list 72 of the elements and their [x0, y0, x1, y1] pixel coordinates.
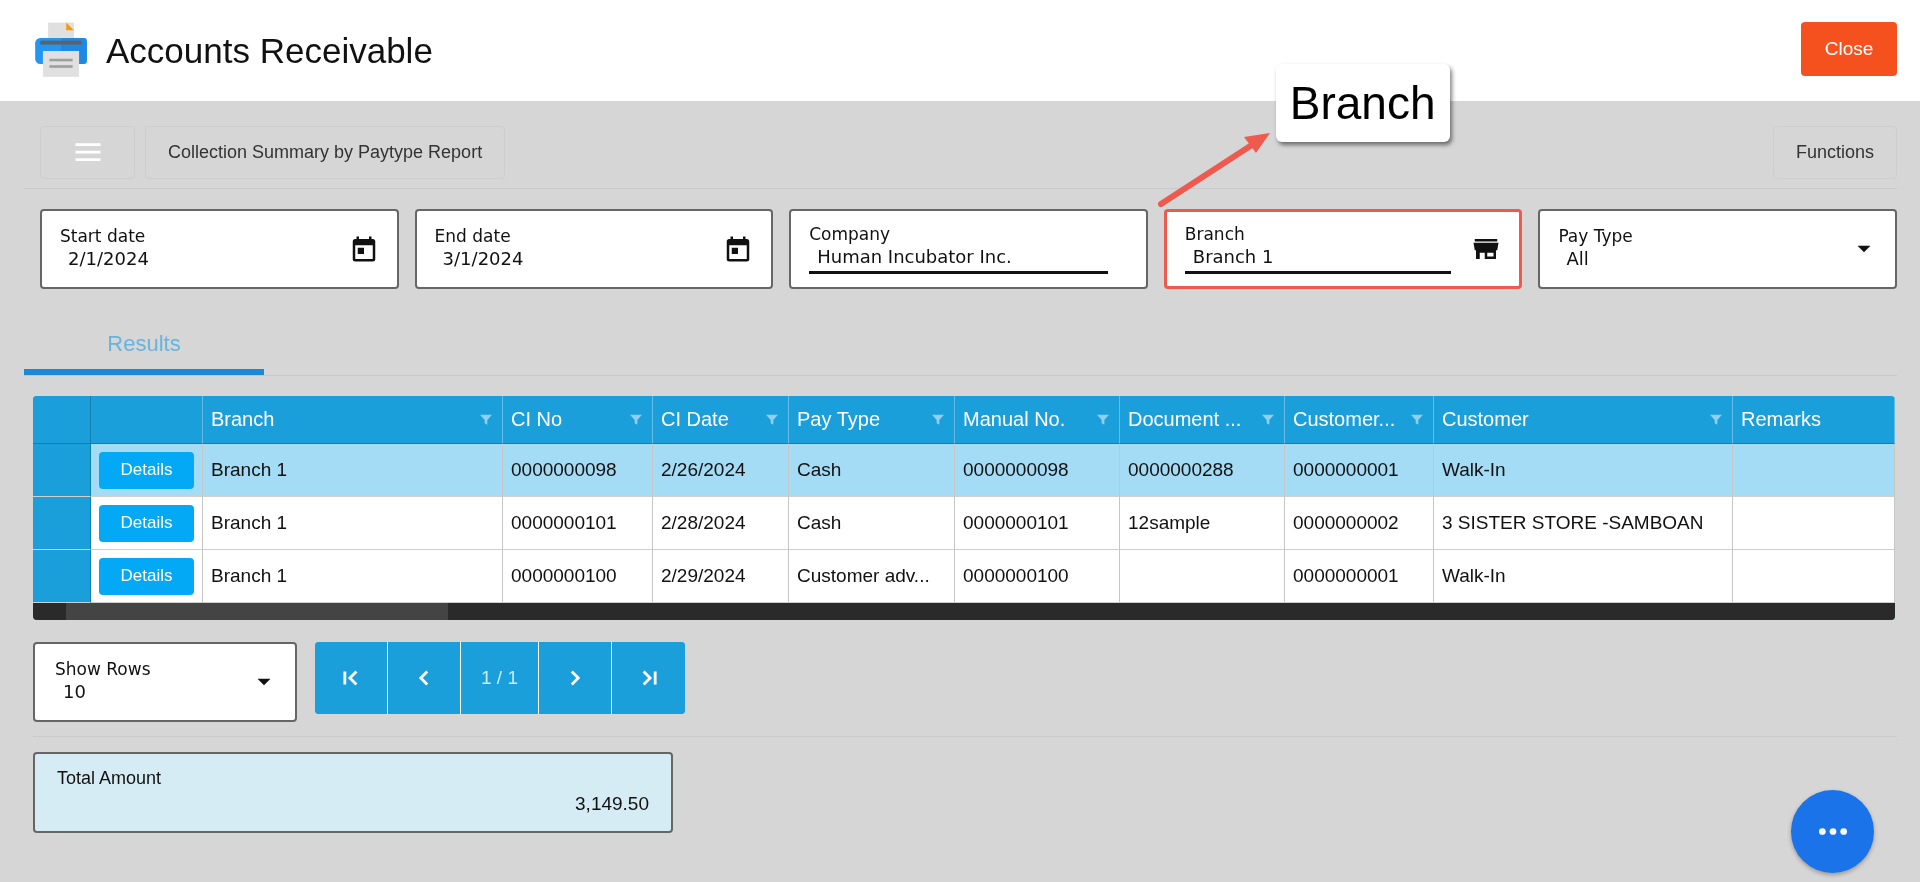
- table-cell: 0000000001: [1285, 550, 1434, 603]
- field-label: Start date: [60, 225, 147, 246]
- menu-button[interactable]: [40, 125, 135, 179]
- table-cell: 2/28/2024: [653, 497, 789, 550]
- header-label: Branch: [211, 408, 275, 431]
- field-label: End date: [434, 225, 512, 246]
- field-label: Company: [809, 224, 892, 244]
- details-button[interactable]: Details: [99, 451, 194, 489]
- row-header-cell: [33, 444, 91, 497]
- header-label: Pay Type: [797, 408, 881, 431]
- table-cell: Cash: [789, 444, 955, 497]
- table-cell: 0000000100: [955, 550, 1120, 603]
- field-value: 10: [62, 679, 87, 704]
- table-row[interactable]: Details Branch 1 0000000101 2/28/2024 Cash 0000000101 12sample 0000000002 3 SISTER STORE -SAMBOAN: [33, 497, 1895, 550]
- header-label: CI Date: [661, 408, 729, 431]
- total-label: Total Amount: [57, 768, 163, 789]
- filter-field[interactable]: Start date 2/1/2024: [40, 209, 399, 289]
- table-cell: 12sample: [1120, 497, 1285, 550]
- table-cell: Branch 1: [203, 444, 503, 497]
- filter-field[interactable]: Company Human Incubator Inc.: [789, 209, 1148, 289]
- details-button[interactable]: Details: [99, 504, 194, 542]
- row-header-cell: [33, 550, 91, 603]
- header-label: Customer...: [1293, 408, 1396, 431]
- app-title: Accounts Receivable: [106, 30, 433, 71]
- close-button[interactable]: Close: [1801, 21, 1897, 76]
- field-label: Branch: [1184, 224, 1246, 244]
- row-header-cell: [33, 497, 91, 550]
- table-cell: Customer adv...: [789, 550, 955, 603]
- table-cell: 0000000098: [955, 444, 1120, 497]
- table-cell: 2/29/2024: [653, 550, 789, 603]
- report-title-button[interactable]: Collection Summary by Paytype Report: [145, 125, 506, 179]
- field-value: All: [1565, 246, 1590, 271]
- table-cell: Walk-In: [1434, 550, 1733, 603]
- table-cell: Walk-In: [1434, 444, 1733, 497]
- table-cell: Branch 1: [203, 550, 503, 603]
- table-row[interactable]: Details Branch 1 0000000098 2/26/2024 Cash 0000000098 0000000288 0000000001 Walk-In: [33, 444, 1895, 497]
- table-cell: 0000000002: [1285, 497, 1434, 550]
- more-button[interactable]: [1791, 790, 1874, 873]
- results-tab[interactable]: Results: [24, 317, 264, 375]
- table-row[interactable]: Details Branch 1 0000000100 2/29/2024 Customer adv... 0000000100 0000000001 Walk-In: [33, 550, 1895, 603]
- field-value: 2/1/2024: [67, 246, 150, 271]
- callout-label: Branch: [1275, 64, 1450, 142]
- table-cell: 0000000101: [503, 497, 653, 550]
- more-icon: [1818, 828, 1847, 835]
- table-cell: 0000000100: [503, 550, 653, 603]
- filter-field[interactable]: Branch Branch 1: [1163, 209, 1523, 289]
- table-cell: 3 SISTER STORE -SAMBOAN: [1434, 497, 1733, 550]
- filter-field[interactable]: End date 3/1/2024: [414, 209, 774, 289]
- details-button[interactable]: Details: [99, 557, 194, 595]
- functions-button[interactable]: Functions: [1772, 125, 1897, 179]
- total-value: 3,149.50: [574, 793, 649, 815]
- table-cell: 0000000098: [503, 444, 653, 497]
- field-value: Human Incubator Inc.: [809, 244, 1108, 274]
- field-label: Pay Type: [1558, 225, 1634, 246]
- header-label: Manual No.: [963, 408, 1066, 431]
- table-cell: Cash: [789, 497, 955, 550]
- table-cell: Branch 1: [203, 497, 503, 550]
- first-page-button[interactable]: [315, 642, 388, 714]
- filter-field[interactable]: Pay Type All: [1538, 209, 1897, 289]
- field-value: Branch 1: [1184, 244, 1452, 274]
- header-label: Remarks: [1741, 408, 1821, 431]
- header-label: CI No: [511, 408, 563, 431]
- field-value: 3/1/2024: [441, 246, 525, 271]
- header-label: Customer: [1442, 408, 1529, 431]
- table-cell: 0000000288: [1120, 444, 1285, 497]
- table-cell: 0000000101: [955, 497, 1120, 550]
- table-cell: 2/26/2024: [653, 444, 789, 497]
- field-label: Show Rows: [55, 658, 152, 679]
- header-label: Document ...: [1128, 408, 1242, 431]
- table-cell: 0000000001: [1285, 444, 1434, 497]
- show-rows-select[interactable]: Show Rows 10: [33, 642, 297, 722]
- horizontal-scrollbar[interactable]: [33, 603, 1895, 620]
